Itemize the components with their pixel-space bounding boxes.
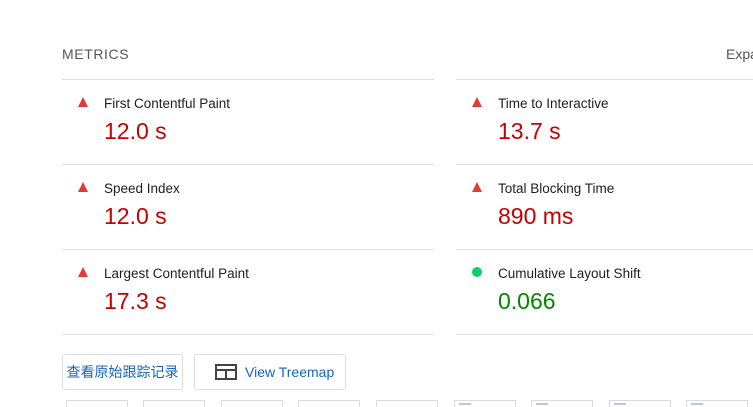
red-triangle-icon bbox=[78, 267, 88, 277]
green-circle-icon bbox=[472, 267, 482, 277]
red-triangle-icon bbox=[78, 97, 88, 107]
metric-value: 890 ms bbox=[498, 203, 574, 229]
metric-label: Largest Contentful Paint bbox=[104, 266, 249, 281]
filmstrip-frame bbox=[531, 400, 593, 407]
filmstrip-frame bbox=[221, 400, 283, 407]
expand-view-toggle[interactable]: Expand view bbox=[726, 46, 753, 62]
filmstrip bbox=[0, 400, 753, 407]
red-triangle-icon bbox=[472, 182, 482, 192]
metric-value: 12.0 s bbox=[104, 203, 167, 229]
treemap-icon bbox=[215, 364, 237, 380]
metrics-column-left: First Contentful Paint 12.0 s Speed Inde… bbox=[62, 79, 434, 335]
lighthouse-metrics-panel: METRICS Expand view First Contentful Pai… bbox=[0, 0, 753, 407]
metric-label: Cumulative Layout Shift bbox=[498, 266, 641, 281]
red-triangle-icon bbox=[78, 182, 88, 192]
view-original-trace-button[interactable]: 查看原始跟踪记录 bbox=[62, 354, 183, 390]
metric-value: 13.7 s bbox=[498, 118, 561, 144]
metrics-header: METRICS bbox=[62, 46, 130, 62]
filmstrip-frame bbox=[609, 400, 671, 407]
metric-label: Time to Interactive bbox=[498, 96, 609, 111]
view-treemap-button[interactable]: View Treemap bbox=[194, 354, 346, 390]
filmstrip-frame bbox=[454, 400, 516, 407]
metric-label: First Contentful Paint bbox=[104, 96, 231, 111]
metric-cumulative-layout-shift: Cumulative Layout Shift 0.066 bbox=[456, 249, 753, 335]
filmstrip-frame bbox=[298, 400, 360, 407]
filmstrip-frame bbox=[376, 400, 438, 407]
metrics-column-right: Time to Interactive 13.7 s Total Blockin… bbox=[456, 79, 753, 335]
view-treemap-label: View Treemap bbox=[245, 364, 335, 380]
metric-label: Total Blocking Time bbox=[498, 181, 615, 196]
view-original-trace-label: 查看原始跟踪记录 bbox=[66, 364, 179, 380]
red-triangle-icon bbox=[472, 97, 482, 107]
filmstrip-frame bbox=[686, 400, 748, 407]
metric-value: 0.066 bbox=[498, 288, 556, 314]
metric-largest-contentful-paint: Largest Contentful Paint 17.3 s bbox=[62, 249, 434, 335]
filmstrip-frame bbox=[143, 400, 205, 407]
metric-total-blocking-time: Total Blocking Time 890 ms bbox=[456, 164, 753, 249]
filmstrip-frame bbox=[66, 400, 128, 407]
metric-value: 17.3 s bbox=[104, 288, 167, 314]
metric-time-to-interactive: Time to Interactive 13.7 s bbox=[456, 79, 753, 164]
metric-first-contentful-paint: First Contentful Paint 12.0 s bbox=[62, 79, 434, 164]
metric-value: 12.0 s bbox=[104, 118, 167, 144]
metric-speed-index: Speed Index 12.0 s bbox=[62, 164, 434, 249]
metric-label: Speed Index bbox=[104, 181, 180, 196]
